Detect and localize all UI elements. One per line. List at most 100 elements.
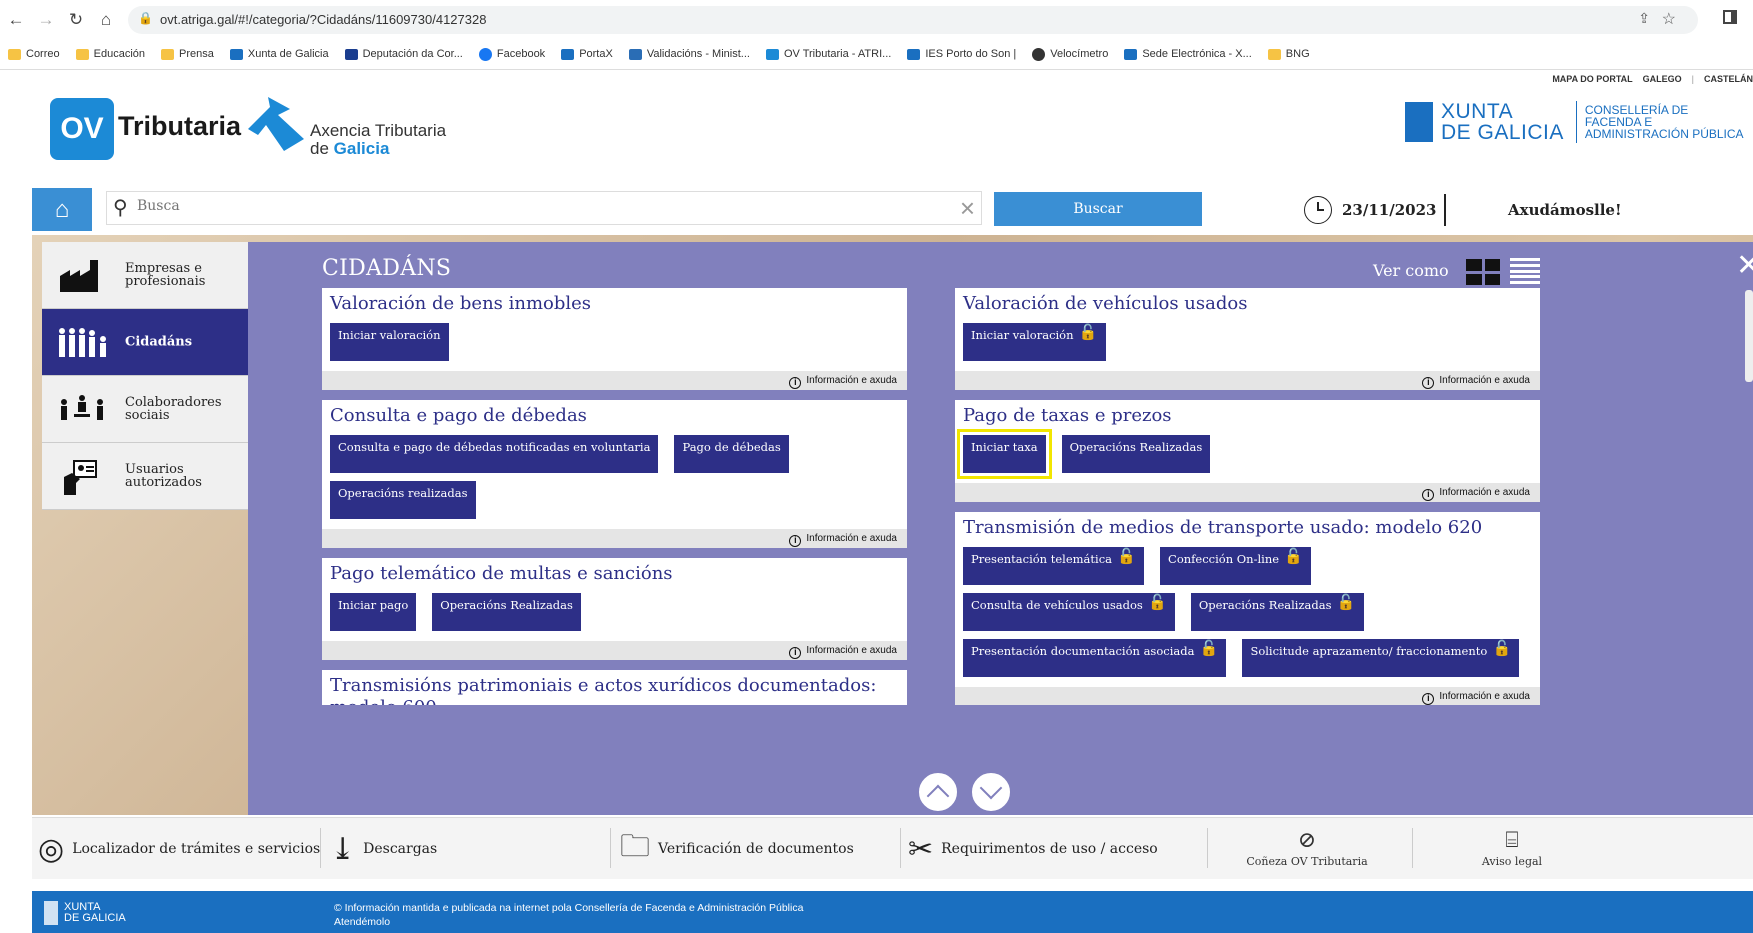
bookmark-item[interactable]: OV Tributaria - ATRI... <box>765 48 891 60</box>
xunta-logo[interactable]: XUNTA DE GALICIA CONSELLERÍA DE FACENDA … <box>1405 101 1744 143</box>
sidebar-item-usuarios[interactable]: Usuarios autorizados <box>42 443 248 510</box>
about-link[interactable]: ⊘ Coñeza OV Tributaria <box>1227 828 1387 868</box>
bookmark-item[interactable]: Deputación da Cor... <box>344 48 463 60</box>
search-bar: ⌂ ⚲ × Buscar 23/11/2023 Axudámoslle! <box>32 188 1753 235</box>
service-card: Consulta e pago de débedas Consulta e pag… <box>322 400 907 548</box>
card-action-button[interactable]: Presentación telemática 🔓 <box>963 547 1145 585</box>
info-help-link[interactable]: i Información e axuda <box>322 641 907 660</box>
forward-arrow-icon[interactable]: → <box>34 8 58 32</box>
button-label: Iniciar taxa <box>971 440 1038 454</box>
card-action-button[interactable]: Operacións Realizadas 🔓 <box>1190 593 1364 631</box>
atriga-line-2: de Galicia <box>310 140 446 158</box>
house-icon: ⌂ <box>54 196 70 223</box>
bookmark-item[interactable]: Educación <box>75 48 145 60</box>
bookmark-item[interactable]: Prensa <box>161 48 214 60</box>
back-arrow-icon[interactable]: ← <box>4 8 28 32</box>
bookmark-item[interactable]: BNG <box>1267 48 1310 60</box>
compass-icon: ⊘ <box>1297 828 1317 853</box>
bookmark-item[interactable]: IES Porto do Son | <box>907 48 1016 60</box>
search-input[interactable] <box>137 198 917 214</box>
portal-map-link[interactable]: MAPA DO PORTAL <box>1552 74 1632 84</box>
folder-icon <box>1267 48 1281 60</box>
card-action-button[interactable]: Iniciar valoración <box>330 323 449 361</box>
button-label: Consulta de vehículos usados <box>971 598 1143 612</box>
close-icon[interactable]: ✕ <box>1736 248 1753 283</box>
card-action-button[interactable]: Presentación documentación asociada 🔓 <box>963 639 1227 677</box>
bookmark-item[interactable]: Validacións - Minist... <box>628 48 750 60</box>
reload-icon[interactable]: ↻ <box>64 8 88 32</box>
verification-link[interactable]: 🗀 Verificación de documentos <box>620 818 854 880</box>
sidebar-item-colaboradores[interactable]: Colaboradores sociais <box>42 376 248 443</box>
cards-column-right: Valoración de vehículos usados Iniciar va… <box>955 288 1540 705</box>
card-title: Pago telemático de multas e sancións <box>330 563 673 584</box>
card-buttons: Iniciar taxa Operacións Realizadas <box>955 427 1540 483</box>
downloads-link[interactable]: ⤓ Descargas <box>330 818 437 880</box>
bookmark-item[interactable]: Xunta de Galicia <box>229 48 329 60</box>
card-action-button[interactable]: Iniciar taxa <box>957 429 1052 479</box>
bookmark-item[interactable]: Facebook <box>478 47 546 61</box>
ov-tributaria-title[interactable]: Tributaria <box>118 111 241 142</box>
card-action-button[interactable]: Pago de débedas <box>674 435 789 473</box>
bookmark-item[interactable]: Correo <box>8 48 60 60</box>
info-help-link[interactable]: i Información e axuda <box>955 483 1540 502</box>
card-action-button[interactable]: Operacións Realizadas <box>1061 435 1211 473</box>
info-label: Información e axuda <box>1439 375 1530 386</box>
button-label: Consulta e pago de débedas notificadas e… <box>338 440 651 454</box>
atriga-line-2-prefix: de <box>310 139 334 158</box>
ov-logo[interactable]: OV <box>50 98 114 160</box>
bookmark-item[interactable]: PortaX <box>561 48 613 60</box>
side-panel-icon[interactable] <box>1723 10 1737 24</box>
button-label: Presentación telemática <box>971 552 1113 566</box>
scroll-up-button[interactable] <box>918 772 958 812</box>
cards-column-left: Valoración de bens inmobles Iniciar valor… <box>322 288 907 705</box>
unlocked-padlock-icon: 🔓 <box>1117 547 1137 565</box>
sidebar-item-cidadans[interactable]: Cidadáns <box>42 309 248 376</box>
scroll-down-button[interactable] <box>971 772 1011 812</box>
list-view-icon[interactable] <box>1510 258 1540 284</box>
date-display: 23/11/2023 <box>1304 194 1447 226</box>
card-action-button[interactable]: Consulta de vehículos usados 🔓 <box>963 593 1175 631</box>
button-label: Operacións realizadas <box>338 486 468 500</box>
bookmark-label: Facebook <box>496 48 546 60</box>
info-help-link[interactable]: i Información e axuda <box>322 529 907 548</box>
sidebar-item-label: Cidadáns <box>125 334 193 350</box>
legal-link[interactable]: ⌸ Aviso legal <box>1452 828 1572 868</box>
home-button[interactable]: ⌂ <box>32 188 92 231</box>
clear-icon[interactable]: × <box>960 193 975 224</box>
legal-label: Aviso legal <box>1481 855 1543 868</box>
search-icon: ⚲ <box>113 197 128 219</box>
help-link[interactable]: Axudámoslle! <box>1508 201 1622 219</box>
school-icon <box>907 48 921 60</box>
bookmark-item[interactable]: Velocímetro <box>1032 47 1108 61</box>
galego-link[interactable]: GALEGO <box>1643 74 1682 84</box>
panel-scrollbar[interactable] <box>1745 290 1753 382</box>
info-help-link[interactable]: i Información e axuda <box>322 371 907 390</box>
card-action-button[interactable]: Iniciar pago <box>330 593 417 631</box>
sidebar-item-empresas[interactable]: Empresas e profesionais <box>42 242 248 309</box>
castelan-link[interactable]: CASTELÁN <box>1704 74 1753 84</box>
search-button[interactable]: Buscar <box>994 192 1202 226</box>
ov-icon <box>765 48 779 60</box>
card-action-button[interactable]: Consulta e pago de débedas notificadas e… <box>330 435 659 473</box>
share-icon[interactable]: ⇪ <box>1638 10 1650 27</box>
card-title: Valoración de vehículos usados <box>963 293 1248 314</box>
card-title: Transmisión de medios de transporte usad… <box>963 517 1483 538</box>
address-bar[interactable]: 🔒 ovt.atriga.gal/#!/categoria/?Cidadáns/… <box>128 6 1698 34</box>
info-help-link[interactable]: i Información e axuda <box>955 371 1540 390</box>
card-action-button[interactable]: Operacións realizadas <box>330 481 476 519</box>
xunta-footer-logo[interactable]: XUNTA DE GALICIA <box>44 901 126 925</box>
info-help-link[interactable]: i Información e axuda <box>955 687 1540 705</box>
bookmark-star-icon[interactable]: ☆ <box>1662 9 1676 29</box>
download-icon: ⤓ <box>330 831 356 867</box>
card-action-button[interactable]: Solicitude aprazamento/ fraccionamento 🔓 <box>1242 639 1520 677</box>
card-action-button[interactable]: Confección On-line 🔓 <box>1160 547 1312 585</box>
home-icon[interactable]: ⌂ <box>94 8 118 32</box>
grid-view-icon[interactable] <box>1466 259 1500 285</box>
requirements-link[interactable]: ✂ Requirimentos de uso / acceso <box>908 818 1158 880</box>
bookmark-item[interactable]: Sede Electrónica - X... <box>1124 48 1252 60</box>
info-label: Información e axuda <box>806 645 897 656</box>
card-action-button[interactable]: Iniciar valoración 🔓 <box>963 323 1106 361</box>
locator-link[interactable]: ◎ Localizador de trámites e servicios <box>38 818 320 880</box>
card-action-button[interactable]: Operacións Realizadas <box>432 593 581 631</box>
search-box[interactable]: ⚲ × <box>106 191 982 225</box>
